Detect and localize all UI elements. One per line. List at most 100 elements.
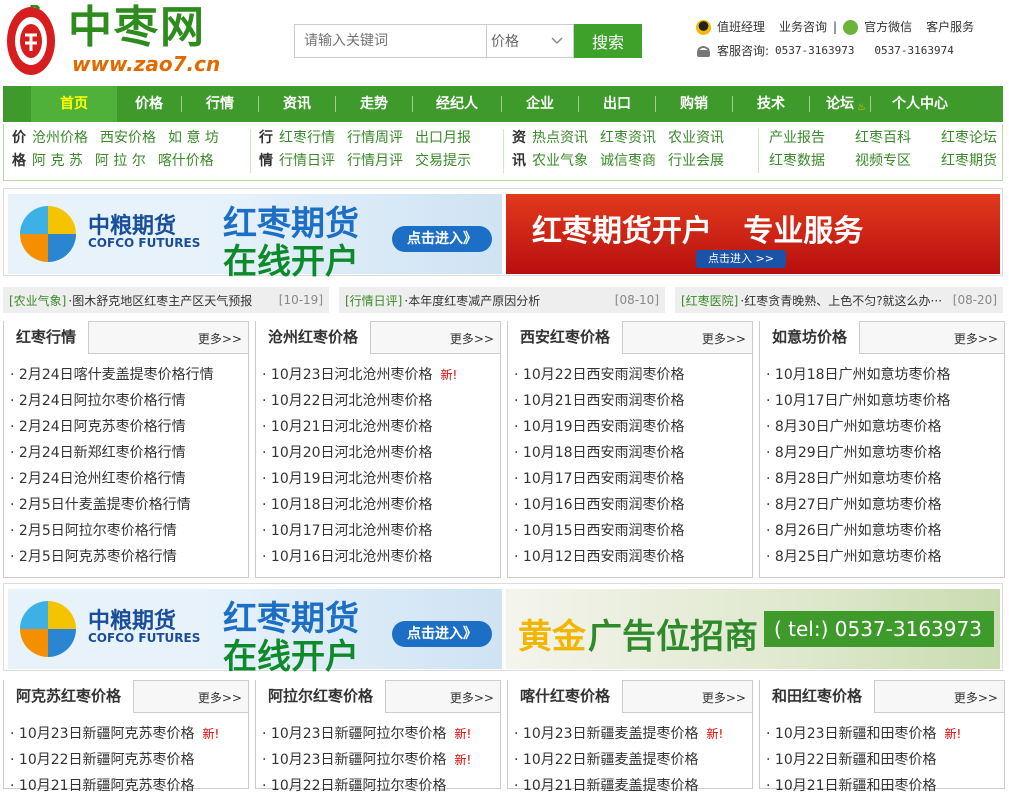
logo-text[interactable]: 中枣网 (68, 6, 206, 50)
subnav-link[interactable]: 农业资讯 (668, 129, 724, 147)
price-box-title[interactable]: 和田红枣价格 (760, 680, 876, 713)
more-link[interactable]: 更多>> (450, 689, 494, 706)
list-item[interactable]: · 10月19日河北沧州枣价格 (262, 466, 500, 492)
price-box-title[interactable]: 沧州红枣价格 (256, 321, 372, 354)
search-input[interactable] (294, 24, 486, 58)
subnav-link[interactable]: 红枣期货 (941, 152, 997, 170)
futures-account-banner[interactable]: 红枣期货开户 专业服务 点击进入 >> (506, 194, 1000, 274)
more-link[interactable]: 更多>> (198, 330, 242, 347)
price-box-title[interactable]: 红枣行情 (4, 321, 90, 354)
notice-2[interactable]: [行情日评] ·本年度红枣减产原因分析 [08-10] (339, 287, 665, 313)
nav-export[interactable]: 出口 (579, 86, 655, 122)
list-item[interactable]: · 10月23日新疆阿拉尔枣价格 新! (262, 721, 500, 747)
list-item[interactable]: · 2月24日喀什麦盖提枣价格行情 (10, 362, 248, 388)
subnav-link[interactable]: 红枣百科 (855, 129, 911, 147)
list-item[interactable]: · 8月25日广州如意坊枣价格 (766, 544, 1004, 570)
list-item[interactable]: · 10月21日新疆阿克苏枣价格 (10, 773, 248, 799)
list-item[interactable]: · 10月17日西安雨润枣价格 (514, 466, 752, 492)
nav-user-center[interactable]: 个人中心 (871, 86, 969, 122)
list-item[interactable]: · 2月5日什麦盖提枣价格行情 (10, 492, 248, 518)
price-box-title[interactable]: 阿拉尔红枣价格 (256, 680, 387, 713)
subnav-link[interactable]: 阿 克 苏 (32, 152, 83, 170)
list-item[interactable]: · 10月22日新疆阿拉尔枣价格 (262, 773, 500, 799)
subnav-link[interactable]: 如 意 坊 (168, 129, 219, 147)
nav-trade[interactable]: 购销 (656, 86, 732, 122)
subnav-link[interactable]: 出口月报 (415, 129, 471, 147)
business-consult-link[interactable]: 业务咨询 (779, 18, 827, 36)
cofco-enter-button[interactable]: 点击进入》 (392, 226, 492, 252)
notice-3[interactable]: [红枣医院] ·红枣贪青晚熟、上色不匀?就这么办··· [08-20] (675, 287, 1003, 313)
zao-logo-icon[interactable] (5, 5, 57, 77)
list-item[interactable]: · 10月21日新疆和田枣价格 (766, 773, 1004, 799)
subnav-link[interactable]: 红枣论坛 (941, 129, 997, 147)
subnav-link[interactable]: 行情月评 (347, 152, 403, 170)
nav-enterprise[interactable]: 企业 (502, 86, 578, 122)
more-link[interactable]: 更多>> (702, 689, 746, 706)
list-item[interactable]: · 8月28日广州如意坊枣价格 (766, 466, 1004, 492)
list-item[interactable]: · 10月23日新疆和田枣价格 新! (766, 721, 1004, 747)
list-item[interactable]: · 10月23日新疆麦盖提枣价格 新! (514, 721, 752, 747)
subnav-link[interactable]: 行情日评 (279, 152, 335, 170)
list-item[interactable]: · 2月5日阿克苏枣价格行情 (10, 544, 248, 570)
list-item[interactable]: · 10月21日河北沧州枣价格 (262, 414, 500, 440)
list-item[interactable]: · 2月24日阿拉尔枣价格行情 (10, 388, 248, 414)
subnav-link[interactable]: 农业气象 (532, 152, 588, 170)
subnav-link[interactable]: 沧州价格 (32, 129, 88, 147)
list-item[interactable]: · 10月22日新疆阿克苏枣价格 (10, 747, 248, 773)
subnav-link[interactable]: 热点资讯 (532, 129, 588, 147)
list-item[interactable]: · 10月17日广州如意坊枣价格 (766, 388, 1004, 414)
subnav-link[interactable]: 产业报告 (769, 129, 825, 147)
subnav-link[interactable]: 行业会展 (668, 152, 724, 170)
ad-recruit-banner[interactable]: 黄金 广告位招商 ( tel:) 0537-3163973 (506, 589, 1000, 669)
list-item[interactable]: · 8月30日广州如意坊枣价格 (766, 414, 1004, 440)
list-item[interactable]: · 8月27日广州如意坊枣价格 (766, 492, 1004, 518)
list-item[interactable]: · 10月20日河北沧州枣价格 (262, 440, 500, 466)
more-link[interactable]: 更多>> (702, 330, 746, 347)
list-item[interactable]: · 10月21日新疆麦盖提枣价格 (514, 773, 752, 799)
nav-tech[interactable]: 技术 (733, 86, 809, 122)
subnav-link[interactable]: 喀什价格 (158, 152, 214, 170)
list-item[interactable]: · 2月24日阿克苏枣价格行情 (10, 414, 248, 440)
subnav-link[interactable]: 行情周评 (347, 129, 403, 147)
list-item[interactable]: · 10月22日西安雨润枣价格 (514, 362, 752, 388)
nav-news[interactable]: 资讯 (259, 86, 335, 122)
list-item[interactable]: · 10月22日新疆麦盖提枣价格 (514, 747, 752, 773)
more-link[interactable]: 更多>> (954, 330, 998, 347)
list-item[interactable]: · 10月18日西安雨润枣价格 (514, 440, 752, 466)
more-link[interactable]: 更多>> (954, 689, 998, 706)
subnav-link[interactable]: 视频专区 (855, 152, 911, 170)
list-item[interactable]: · 10月19日西安雨润枣价格 (514, 414, 752, 440)
futures-enter-button[interactable]: 点击进入 >> (696, 250, 786, 268)
list-item[interactable]: · 10月12日西安雨润枣价格 (514, 544, 752, 570)
customer-service-link[interactable]: 客户服务 (926, 18, 974, 36)
list-item[interactable]: · 10月23日新疆阿拉尔枣价格 新! (262, 747, 500, 773)
search-button[interactable]: 搜索 (574, 24, 642, 58)
subnav-link[interactable]: 阿 拉 尔 (95, 152, 146, 170)
list-item[interactable]: · 10月18日河北沧州枣价格 (262, 492, 500, 518)
list-item[interactable]: · 10月22日河北沧州枣价格 (262, 388, 500, 414)
nav-market[interactable]: 行情 (182, 86, 258, 122)
official-wechat-link[interactable]: 官方微信 (864, 18, 912, 36)
list-item[interactable]: · 10月22日新疆和田枣价格 (766, 747, 1004, 773)
price-box-title[interactable]: 西安红枣价格 (508, 321, 624, 354)
list-item[interactable]: · 8月29日广州如意坊枣价格 (766, 440, 1004, 466)
duty-manager-link[interactable]: 值班经理 (717, 18, 765, 36)
price-box-title[interactable]: 阿克苏红枣价格 (4, 680, 135, 713)
cofco-banner[interactable]: 中粮期货 COFCO FUTURES 红枣期货 在线开户 点击进入》 (8, 589, 502, 677)
nav-trend[interactable]: 走势 (336, 86, 412, 122)
logo-url[interactable]: www.zao7.cn (72, 52, 220, 76)
list-item[interactable]: · 10月21日西安雨润枣价格 (514, 388, 752, 414)
cofco-enter-button[interactable]: 点击进入》 (392, 621, 492, 647)
more-link[interactable]: 更多>> (450, 330, 494, 347)
subnav-link[interactable]: 诚信枣商 (600, 152, 656, 170)
subnav-link[interactable]: 交易提示 (415, 152, 471, 170)
list-item[interactable]: · 2月5日阿拉尔枣价格行情 (10, 518, 248, 544)
list-item[interactable]: · 8月26日广州如意坊枣价格 (766, 518, 1004, 544)
list-item[interactable]: · 10月23日新疆阿克苏枣价格 新! (10, 721, 248, 747)
list-item[interactable]: · 10月23日河北沧州枣价格 新! (262, 362, 500, 388)
list-item[interactable]: · 2月24日沧州红枣价格行情 (10, 466, 248, 492)
nav-forum[interactable]: 论坛 ♨ (810, 86, 870, 122)
list-item[interactable]: · 10月16日河北沧州枣价格 (262, 544, 500, 570)
notice-1[interactable]: [农业气象] ·图木舒克地区红枣主产区天气预报 [10-19] (3, 287, 329, 313)
cofco-banner[interactable]: 中粮期货 COFCO FUTURES 红枣期货 在线开户 点击进入》 (8, 194, 502, 282)
